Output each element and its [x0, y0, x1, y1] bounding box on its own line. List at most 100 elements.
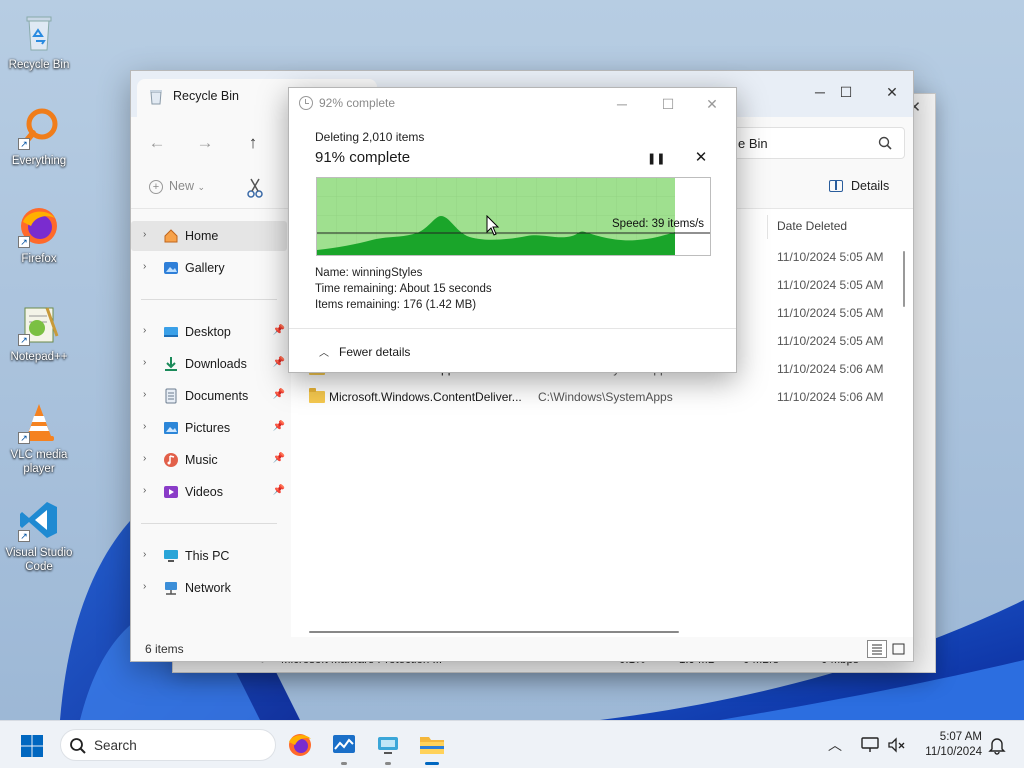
tiles-view-icon	[892, 643, 905, 655]
details-button[interactable]: Details	[829, 179, 889, 193]
tiles-view-button[interactable]	[889, 640, 909, 658]
progress-graph	[316, 177, 711, 256]
shortcut-arrow-icon: ↗	[18, 236, 30, 248]
dialog-divider	[289, 328, 736, 329]
nav-divider	[141, 523, 277, 524]
chevron-right-icon: ›	[143, 453, 147, 464]
plus-circle-icon: +	[149, 180, 163, 194]
taskbar-task-manager[interactable]	[328, 729, 360, 765]
shortcut-arrow-icon: ↗	[18, 530, 30, 542]
item-count: 6 items	[145, 642, 184, 656]
percent-complete: 91% complete	[315, 149, 411, 166]
date-deleted-cell: 11/10/2024 5:05 AM	[777, 278, 884, 292]
desktop-folder-icon	[164, 327, 178, 337]
fewer-details-button[interactable]: ︿ Fewer details	[319, 344, 410, 359]
video-icon	[164, 486, 178, 498]
up-arrow-icon[interactable]: ↑	[241, 131, 265, 155]
desktop-icon-label: Recycle Bin	[8, 59, 70, 71]
sidebar-item-desktop[interactable]: › Desktop 📌	[131, 317, 287, 347]
sidebar-item-pictures[interactable]: › Pictures 📌	[131, 413, 287, 443]
maximize-button[interactable]: ☐	[823, 77, 869, 107]
sidebar-item-label: Videos	[185, 485, 223, 499]
cancel-button[interactable]: ✕	[693, 150, 709, 166]
speed-readout: Speed: 39 items/s	[612, 218, 705, 230]
minimize-button[interactable]: ─	[607, 94, 637, 114]
desktop-icon-label: Visual Studio Code	[5, 547, 73, 573]
desktop-icon-vlc[interactable]: ↗ VLC media player	[2, 400, 76, 476]
taskbar-file-explorer[interactable]	[416, 729, 448, 765]
gallery-icon	[164, 262, 178, 274]
sidebar-item-network[interactable]: › Network	[131, 573, 287, 603]
sidebar-item-downloads[interactable]: › Downloads 📌	[131, 349, 287, 379]
pin-icon[interactable]: 📌	[273, 389, 285, 400]
desktop-icon-vscode[interactable]: ↗ Visual Studio Code	[2, 498, 76, 574]
close-button[interactable]: ✕	[869, 77, 915, 107]
network-icon[interactable]	[860, 735, 880, 755]
sidebar-item-label: Network	[185, 581, 231, 595]
sidebar-item-label: Desktop	[185, 325, 231, 339]
sidebar-item-music[interactable]: › Music 📌	[131, 445, 287, 475]
pin-icon[interactable]: 📌	[273, 357, 285, 368]
firefox-icon	[289, 734, 311, 756]
chevron-right-icon: ›	[143, 261, 147, 272]
taskbar-search[interactable]: Search	[60, 729, 276, 761]
pin-icon[interactable]: 📌	[273, 485, 285, 496]
forward-arrow-icon[interactable]: →	[193, 131, 217, 155]
windows-start-icon[interactable]	[20, 734, 44, 758]
sidebar-item-gallery[interactable]: › Gallery	[131, 253, 287, 283]
new-button[interactable]: + New ⌄	[149, 179, 205, 194]
document-icon	[165, 388, 177, 404]
navigation-pane: › Home › Gallery › Desktop 📌 › Downloads…	[131, 209, 291, 639]
sidebar-item-documents[interactable]: › Documents 📌	[131, 381, 287, 411]
chevron-right-icon: ›	[143, 421, 147, 432]
table-row[interactable]: Microsoft.Windows.ContentDeliver... C:\W…	[303, 383, 903, 411]
sidebar-item-home[interactable]: › Home	[131, 221, 287, 251]
details-view-button[interactable]	[867, 640, 887, 658]
pause-button[interactable]: ❚❚	[647, 152, 665, 166]
maximize-button[interactable]: ☐	[653, 94, 683, 114]
chevron-right-icon: ›	[143, 581, 147, 592]
pin-icon[interactable]: 📌	[273, 453, 285, 464]
sidebar-item-label: This PC	[185, 549, 230, 563]
chevron-right-icon: ›	[143, 325, 147, 336]
dialog-title-bar: 92% complete ─ ☐ ✕	[289, 88, 736, 118]
file-name-cell: Microsoft.Windows.ContentDeliver...	[329, 390, 522, 404]
new-label: New	[169, 179, 195, 193]
notepadpp-icon: ↗	[17, 302, 61, 346]
date-deleted-cell: 11/10/2024 5:05 AM	[777, 334, 884, 348]
pin-icon[interactable]: 📌	[273, 421, 285, 432]
system-clock[interactable]: 5:07 AM 11/10/2024	[912, 730, 982, 760]
details-label: Details	[851, 179, 890, 193]
desktop-icon-label: VLC media player	[10, 449, 68, 475]
chevron-right-icon: ›	[143, 549, 147, 560]
back-arrow-icon[interactable]: ←	[145, 131, 169, 155]
desktop-icon-notepadpp[interactable]: ↗ Notepad++	[2, 302, 76, 364]
shortcut-arrow-icon: ↗	[18, 432, 30, 444]
date-deleted-cell: 11/10/2024 5:05 AM	[777, 250, 884, 264]
horizontal-scrollbar[interactable]	[309, 631, 679, 633]
taskbar-app[interactable]	[372, 729, 404, 765]
running-indicator	[385, 762, 391, 765]
close-button[interactable]: ✕	[697, 94, 727, 114]
scissors-icon[interactable]	[245, 177, 265, 199]
shortcut-arrow-icon: ↗	[18, 138, 30, 150]
chevron-right-icon: ›	[143, 485, 147, 496]
sidebar-item-videos[interactable]: › Videos 📌	[131, 477, 287, 507]
remote-desktop-icon	[378, 737, 398, 754]
desktop-icon-firefox[interactable]: ↗ Firefox	[2, 204, 76, 266]
delete-progress-dialog[interactable]: 92% complete ─ ☐ ✕ Deleting 2,010 items …	[288, 87, 737, 373]
desktop-icon-recycle-bin[interactable]: Recycle Bin	[2, 10, 76, 72]
search-icon	[878, 136, 892, 150]
date-deleted-cell: 11/10/2024 5:06 AM	[777, 362, 884, 376]
pin-icon[interactable]: 📌	[273, 325, 285, 336]
notification-bell-icon[interactable]	[988, 735, 1006, 755]
taskbar-firefox[interactable]	[284, 729, 316, 761]
search-input[interactable]: e Bin	[725, 127, 905, 159]
desktop-icon-everything[interactable]: ↗ Everything	[2, 106, 76, 168]
sidebar-item-label: Documents	[185, 389, 249, 403]
chevron-up-icon[interactable]: ︿	[828, 735, 842, 768]
vertical-scrollbar[interactable]	[903, 251, 905, 307]
speaker-muted-icon[interactable]	[886, 735, 906, 755]
column-header-date-deleted[interactable]: Date Deleted	[777, 219, 847, 233]
sidebar-item-this-pc[interactable]: › This PC	[131, 541, 287, 571]
